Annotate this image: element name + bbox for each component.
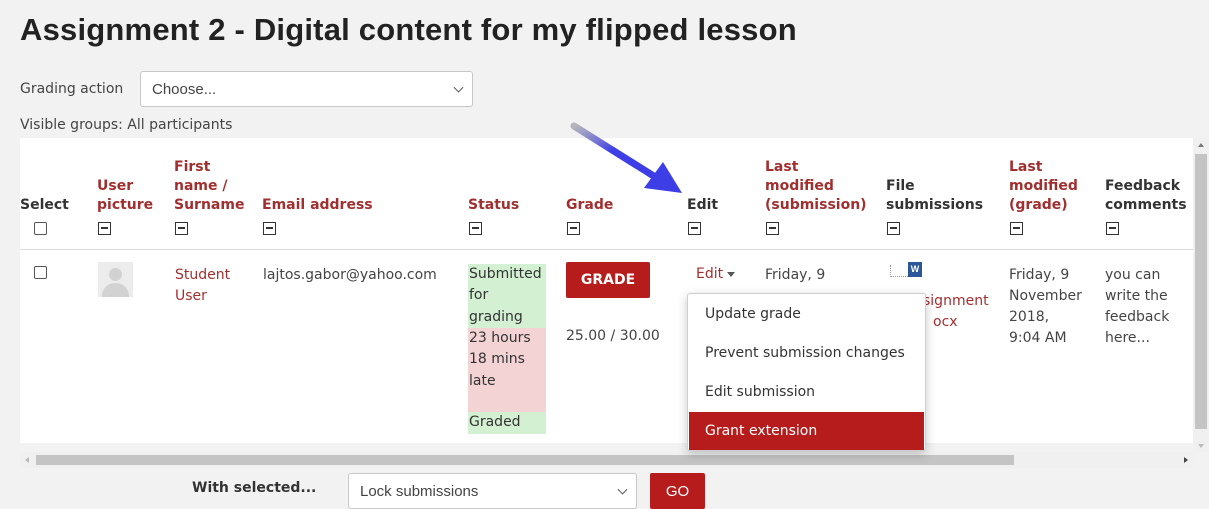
menu-item-edit-submission[interactable]: Edit submission xyxy=(689,373,924,411)
collapse-edit-icon[interactable] xyxy=(688,222,701,235)
menu-item-grant-extension[interactable]: Grant extension xyxy=(689,412,924,450)
grading-action-select[interactable]: Choose... xyxy=(140,71,473,107)
header-email[interactable]: Email address xyxy=(262,196,373,215)
grade-value: 25.00 / 30.00 xyxy=(566,328,660,344)
caret-down-icon xyxy=(727,271,736,277)
edit-dropdown-menu: Update grade Prevent submission changes … xyxy=(687,293,926,451)
collapse-user-picture-icon[interactable] xyxy=(98,222,111,235)
status-submitted: Submitted for grading xyxy=(468,264,546,328)
scroll-right-arrow-icon[interactable] xyxy=(1184,457,1188,463)
with-selected-label: With selected... xyxy=(192,480,317,496)
grading-action-label: Grading action xyxy=(20,81,124,97)
student-name-link[interactable]: Student User xyxy=(175,265,230,307)
status-late: 23 hours 18 mins late xyxy=(468,328,546,412)
collapse-last-modified-grade-icon[interactable] xyxy=(1010,222,1023,235)
scroll-left-arrow-icon[interactable] xyxy=(25,457,29,463)
grade-button[interactable]: GRADE xyxy=(566,262,650,298)
go-button[interactable]: GO xyxy=(650,473,705,509)
header-edit: Edit xyxy=(687,197,719,213)
collapse-email-icon[interactable] xyxy=(263,222,276,235)
horizontal-scrollbar[interactable] xyxy=(20,452,1193,468)
student-email: lajtos.gabor@yahoo.com xyxy=(263,267,437,283)
collapse-last-modified-submission-icon[interactable] xyxy=(766,222,779,235)
row-select-checkbox[interactable] xyxy=(34,266,47,279)
collapse-status-icon[interactable] xyxy=(469,222,482,235)
menu-item-update-grade[interactable]: Update grade xyxy=(689,295,924,333)
horizontal-scroll-thumb[interactable] xyxy=(36,455,1014,465)
collapse-file-submissions-icon[interactable] xyxy=(887,222,900,235)
grading-action-value: Choose... xyxy=(152,80,217,98)
word-file-icon: W xyxy=(890,262,922,282)
bulk-action-value: Lock submissions xyxy=(360,482,479,500)
header-last-modified-submission[interactable]: Last modified (submission) xyxy=(765,158,867,215)
edit-menu-toggle[interactable]: Edit xyxy=(696,266,736,282)
vertical-scroll-thumb[interactable] xyxy=(1195,154,1207,429)
vertical-scrollbar[interactable] xyxy=(1193,138,1209,452)
last-modified-submission: Friday, 9 xyxy=(765,267,826,283)
avatar xyxy=(98,262,133,297)
page-title: Assignment 2 - Digital content for my fl… xyxy=(20,12,797,47)
chevron-down-icon xyxy=(453,82,464,93)
scroll-down-arrow-icon[interactable] xyxy=(1198,444,1204,448)
header-name[interactable]: First name / Surname xyxy=(174,158,244,215)
scroll-up-arrow-icon[interactable] xyxy=(1198,143,1204,147)
feedback-comment: you can write the feedback here... xyxy=(1105,267,1170,346)
annotation-arrow-icon xyxy=(570,122,682,193)
file-link[interactable]: signment ocx xyxy=(923,291,989,333)
header-select: Select xyxy=(20,197,69,213)
header-file-submissions: File submissions xyxy=(886,178,984,213)
header-feedback: Feedback comments xyxy=(1105,178,1187,213)
header-user-picture[interactable]: User picture xyxy=(97,177,153,215)
bulk-action-select[interactable]: Lock submissions xyxy=(348,473,637,509)
visible-groups-text: Visible groups: All participants xyxy=(20,117,233,133)
collapse-feedback-icon[interactable] xyxy=(1106,222,1119,235)
status-graded: Graded xyxy=(468,412,546,434)
collapse-name-icon[interactable] xyxy=(175,222,188,235)
header-last-modified-grade[interactable]: Last modified (grade) xyxy=(1009,158,1078,215)
collapse-grade-icon[interactable] xyxy=(567,222,580,235)
chevron-down-icon xyxy=(617,484,628,495)
menu-item-prevent-submission-changes[interactable]: Prevent submission changes xyxy=(689,334,924,372)
select-all-checkbox[interactable] xyxy=(34,222,47,235)
last-modified-grade: Friday, 9 November 2018, 9:04 AM xyxy=(1009,267,1082,346)
header-status[interactable]: Status xyxy=(468,196,519,215)
header-divider xyxy=(20,249,1193,250)
